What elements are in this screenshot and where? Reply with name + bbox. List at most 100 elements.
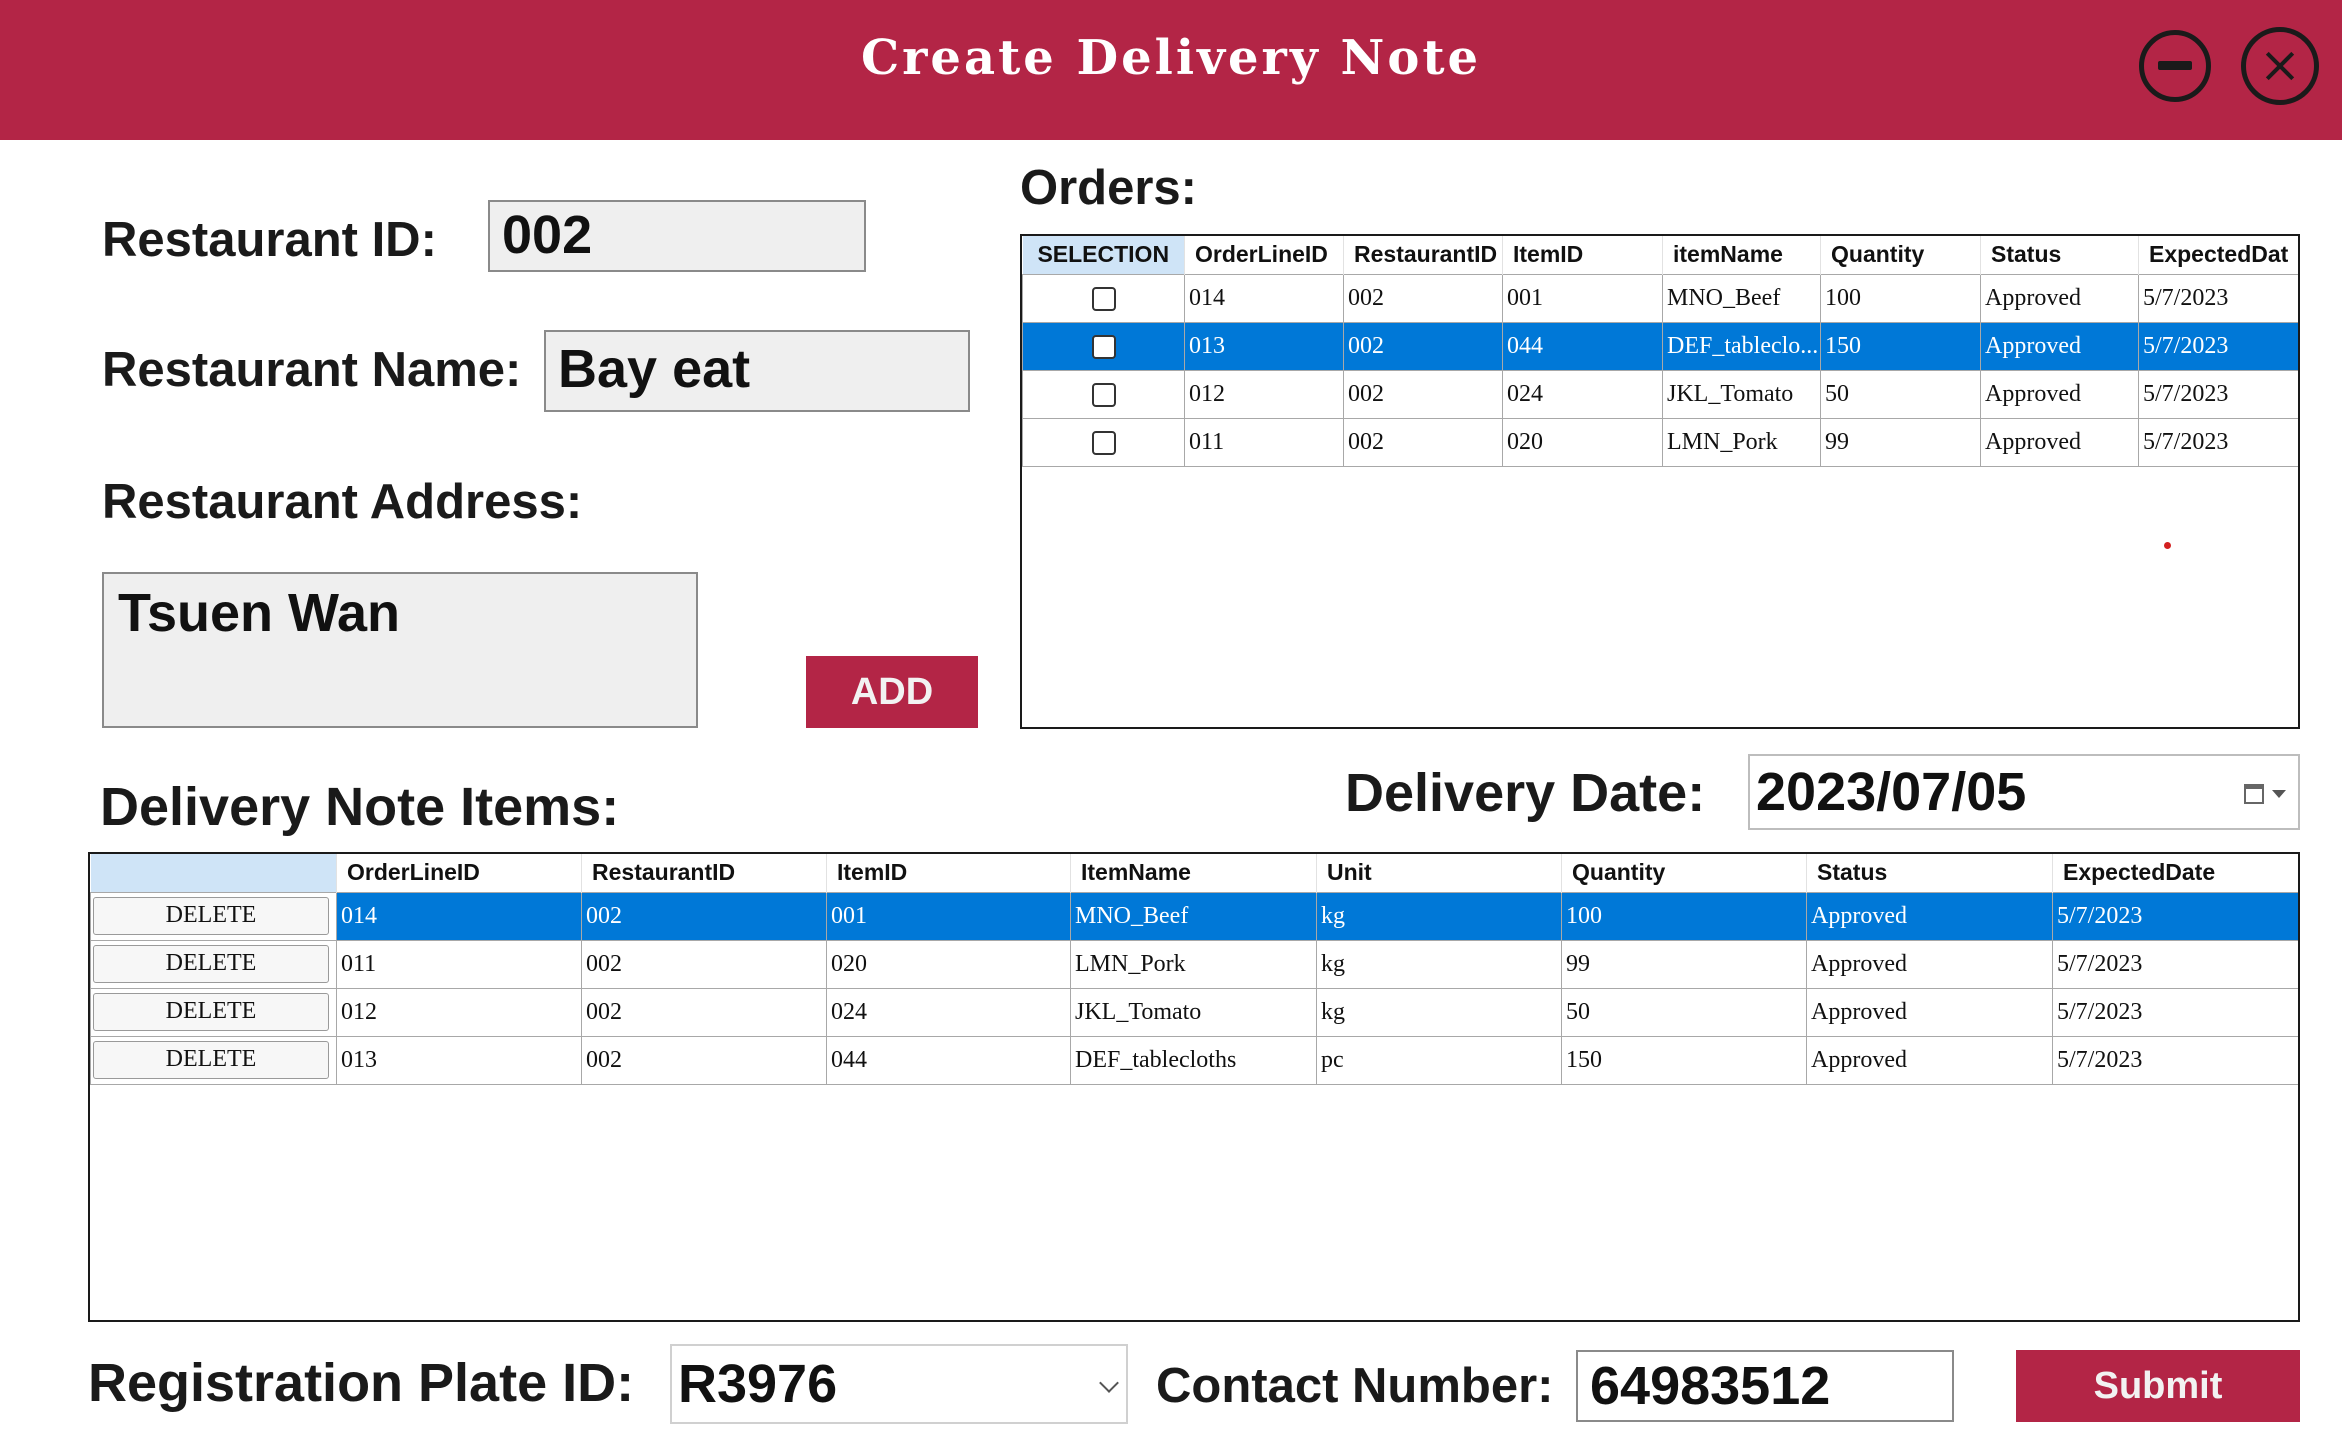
- items-column-header[interactable]: ItemName: [1070, 854, 1317, 892]
- orders-cell: 002: [1343, 321, 1503, 371]
- close-icon[interactable]: [2241, 27, 2319, 105]
- items-column-header[interactable]: Status: [1806, 854, 2053, 892]
- orders-column-header[interactable]: itemName: [1662, 236, 1821, 274]
- items-column-header[interactable]: Unit: [1316, 854, 1562, 892]
- orders-row[interactable]: 014 002 001 MNO_Beef 100 Approved 5/7/2023: [1022, 273, 2298, 323]
- orders-cell: 5/7/2023: [2138, 321, 2298, 371]
- items-row[interactable]: DELETE 013 002 044 DEF_tablecloths pc 150 Appro…: [90, 1035, 2298, 1085]
- orders-row[interactable]: 011 002 020 LMN_Pork 99 Approved 5/7/2023: [1022, 417, 2298, 467]
- orders-cell: 100: [1820, 273, 1981, 323]
- items-cell: MNO_Beef: [1070, 891, 1317, 941]
- orders-cell: 011: [1184, 417, 1344, 467]
- orders-cell: 002: [1343, 369, 1503, 419]
- orders-column-header[interactable]: Quantity: [1820, 236, 1981, 274]
- items-column-header[interactable]: Quantity: [1561, 854, 1807, 892]
- items-cell: kg: [1316, 987, 1562, 1037]
- restaurant-id-field[interactable]: 002: [488, 200, 866, 272]
- orders-column-header[interactable]: Status: [1980, 236, 2139, 274]
- restaurant-address-field[interactable]: Tsuen Wan: [102, 572, 698, 728]
- orders-cell: 002: [1343, 273, 1503, 323]
- restaurant-name-field[interactable]: Bay eat: [544, 330, 970, 412]
- orders-column-header[interactable]: ExpectedDat: [2138, 236, 2298, 274]
- items-cell: 020: [826, 939, 1071, 989]
- restaurant-id-label: Restaurant ID:: [102, 213, 437, 267]
- items-cell: DEF_tablecloths: [1070, 1035, 1317, 1085]
- items-column-header[interactable]: RestaurantID: [581, 854, 827, 892]
- chevron-down-icon[interactable]: [1099, 1373, 1119, 1393]
- items-column-header[interactable]: ExpectedDate: [2052, 854, 2298, 892]
- orders-column-header[interactable]: SELECTION: [1022, 236, 1185, 274]
- orders-cell: 024: [1502, 369, 1663, 419]
- orders-grid: SELECTION OrderLineID RestaurantID ItemID it…: [1020, 234, 2300, 729]
- window-title: Create Delivery Note: [860, 30, 1482, 86]
- orders-cell: 5/7/2023: [2138, 369, 2298, 419]
- orders-row[interactable]: 012 002 024 JKL_Tomato 50 Approved 5/7/2023: [1022, 369, 2298, 419]
- selection-cell: [1022, 417, 1185, 467]
- orders-cell: 001: [1502, 273, 1663, 323]
- contact-number-field[interactable]: 64983512: [1576, 1350, 1954, 1422]
- items-cell: 024: [826, 987, 1071, 1037]
- orders-cell: 150: [1820, 321, 1981, 371]
- delete-button[interactable]: DELETE: [93, 1041, 329, 1079]
- items-cell: kg: [1316, 891, 1562, 941]
- selection-cell: [1022, 273, 1185, 323]
- delete-cell: DELETE: [90, 1035, 337, 1085]
- orders-column-header[interactable]: RestaurantID: [1343, 236, 1503, 274]
- items-row[interactable]: DELETE 011 002 020 LMN_Pork kg 99 Approved 5/7/2…: [90, 939, 2298, 989]
- registration-plate-select[interactable]: R3976: [670, 1344, 1128, 1424]
- title-bar: Create Delivery Note: [0, 0, 2342, 140]
- orders-row[interactable]: 013 002 044 DEF_tableclo... 150 Approved 5/7/2…: [1022, 321, 2298, 371]
- minimize-icon[interactable]: [2139, 30, 2211, 102]
- registration-plate-label: Registration Plate ID:: [88, 1353, 635, 1413]
- items-column-header[interactable]: OrderLineID: [336, 854, 582, 892]
- add-button[interactable]: ADD: [806, 656, 978, 728]
- items-cell: 002: [581, 987, 827, 1037]
- selection-checkbox[interactable]: [1091, 430, 1116, 455]
- orders-cell: 020: [1502, 417, 1663, 467]
- orders-column-header[interactable]: ItemID: [1502, 236, 1663, 274]
- delete-cell: DELETE: [90, 987, 337, 1037]
- orders-cell: 5/7/2023: [2138, 417, 2298, 467]
- items-cell: LMN_Pork: [1070, 939, 1317, 989]
- orders-column-header[interactable]: OrderLineID: [1184, 236, 1344, 274]
- caret-down-icon[interactable]: [2272, 790, 2286, 798]
- items-cell: Approved: [1806, 987, 2053, 1037]
- items-cell: kg: [1316, 939, 1562, 989]
- items-cell: 99: [1561, 939, 1807, 989]
- items-cell: 001: [826, 891, 1071, 941]
- items-column-header[interactable]: [90, 854, 337, 892]
- restaurant-name-label: Restaurant Name:: [102, 343, 522, 397]
- delete-button[interactable]: DELETE: [93, 945, 329, 983]
- items-cell: 002: [581, 939, 827, 989]
- orders-cell: 002: [1343, 417, 1503, 467]
- selection-checkbox[interactable]: [1091, 382, 1116, 407]
- delivery-date-picker[interactable]: 2023/07/05: [1748, 754, 2300, 830]
- orders-cell: Approved: [1980, 369, 2139, 419]
- selection-checkbox[interactable]: [1091, 286, 1116, 311]
- items-cell: 50: [1561, 987, 1807, 1037]
- items-row[interactable]: DELETE 012 002 024 JKL_Tomato kg 50 Approved 5/7…: [90, 987, 2298, 1037]
- items-cell: 011: [336, 939, 582, 989]
- delete-cell: DELETE: [90, 939, 337, 989]
- selection-checkbox[interactable]: [1091, 334, 1116, 359]
- submit-button[interactable]: Submit: [2016, 1350, 2300, 1422]
- orders-heading: Orders:: [1020, 161, 1198, 215]
- contact-number-label: Contact Number:: [1156, 1359, 1554, 1413]
- delivery-date-label: Delivery Date:: [1345, 763, 1706, 823]
- red-dot: [2164, 542, 2171, 549]
- items-cell: 5/7/2023: [2052, 939, 2298, 989]
- orders-cell: JKL_Tomato: [1662, 369, 1821, 419]
- items-row[interactable]: DELETE 014 002 001 MNO_Beef kg 100 Approved 5/7/…: [90, 891, 2298, 941]
- orders-cell: 5/7/2023: [2138, 273, 2298, 323]
- orders-cell: Approved: [1980, 417, 2139, 467]
- orders-cell: 014: [1184, 273, 1344, 323]
- delete-button[interactable]: DELETE: [93, 993, 329, 1031]
- items-cell: 002: [581, 1035, 827, 1085]
- calendar-icon[interactable]: [2244, 784, 2264, 804]
- orders-cell: 013: [1184, 321, 1344, 371]
- selection-cell: [1022, 321, 1185, 371]
- delivery-items-heading: Delivery Note Items:: [100, 777, 620, 837]
- orders-cell: 044: [1502, 321, 1663, 371]
- delete-button[interactable]: DELETE: [93, 897, 329, 935]
- items-column-header[interactable]: ItemID: [826, 854, 1071, 892]
